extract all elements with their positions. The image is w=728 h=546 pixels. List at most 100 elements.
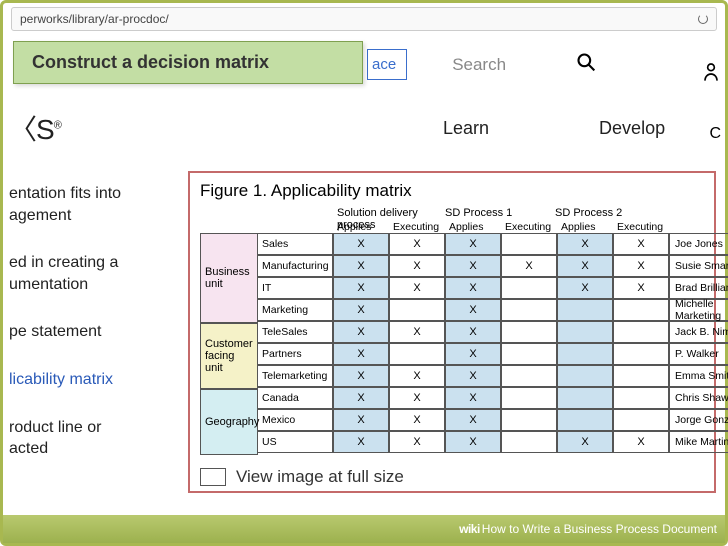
left-block-5: roduct line or acted [9, 417, 184, 460]
proc-hdr-3: SD Process 2 [555, 207, 665, 221]
matrix-cell: X [613, 233, 669, 255]
search-icon[interactable] [576, 52, 596, 77]
matrix-cell [557, 343, 613, 365]
group-customer-facing: Customer facing unit [200, 323, 258, 389]
row-header: Telemarketing [258, 365, 333, 387]
table-row: XXXXX [333, 233, 669, 255]
person-cell: Mike Martin [669, 431, 728, 453]
matrix-cell [613, 387, 669, 409]
matrix-cell [501, 233, 557, 255]
person-cell: P. Walker [669, 343, 728, 365]
row-header: IT [258, 277, 333, 299]
matrix-cell [501, 321, 557, 343]
group-column: Business unit Customer facing unit Geogr… [200, 233, 258, 455]
group-business-unit: Business unit [200, 233, 258, 323]
figure-title: Figure 1. Applicability matrix [200, 181, 704, 201]
nav-develop[interactable]: Develop [599, 118, 665, 139]
matrix-cell: X [445, 255, 501, 277]
matrix-cell: X [333, 321, 389, 343]
figure-container: Figure 1. Applicability matrix Business … [188, 171, 716, 493]
left-link-applicability[interactable]: licability matrix [9, 369, 184, 391]
expand-icon [200, 468, 226, 486]
view-full-label: View image at full size [236, 467, 404, 487]
table-row: XXXXX [333, 277, 669, 299]
marketplace-button[interactable]: ace [367, 49, 407, 80]
matrix-cell: X [613, 277, 669, 299]
left-block-3: pe statement [9, 321, 184, 343]
matrix-cell [613, 365, 669, 387]
row-header: Partners [258, 343, 333, 365]
row-header: Sales [258, 233, 333, 255]
matrix-cell: X [389, 431, 445, 453]
brand-logo: 〈S® [9, 108, 61, 148]
matrix-cell: X [333, 365, 389, 387]
matrix-cell: X [389, 277, 445, 299]
matrix-cell [557, 321, 613, 343]
matrix-cell [613, 409, 669, 431]
person-cell: Emma Smith [669, 365, 728, 387]
table-row: XXXXXX [333, 255, 669, 277]
matrix-cell: X [445, 387, 501, 409]
data-area: Solution delivery process SD Process 1 S… [333, 207, 669, 455]
matrix-cell: X [445, 409, 501, 431]
matrix-cell [557, 299, 613, 321]
matrix-cell: X [389, 409, 445, 431]
table-row: XXX [333, 365, 669, 387]
wiki-logo: wiki [459, 522, 480, 536]
matrix-cell: X [333, 299, 389, 321]
matrix-cell: X [557, 255, 613, 277]
people-column: Joe JonesSusie SmartBrad BrilliantMichel… [669, 233, 728, 455]
view-full-size-link[interactable]: View image at full size [200, 467, 404, 487]
matrix-cell [501, 277, 557, 299]
matrix-cell [501, 365, 557, 387]
matrix-cell [389, 299, 445, 321]
row-header: US [258, 431, 333, 453]
table-row: XXXXX [333, 431, 669, 453]
matrix-cell: X [557, 233, 613, 255]
nav-truncated: C [709, 125, 721, 143]
person-icon[interactable] [703, 61, 719, 88]
matrix-cell: X [557, 431, 613, 453]
matrix-cell: X [445, 343, 501, 365]
table-row: XX [333, 299, 669, 321]
matrix-cell: X [389, 387, 445, 409]
proc-hdr-1: Solution delivery process [333, 207, 445, 221]
row-header: Manufacturing [258, 255, 333, 277]
matrix-cell [501, 299, 557, 321]
matrix-cell: X [613, 255, 669, 277]
matrix-cell: X [333, 277, 389, 299]
nav-row: Learn Develop [443, 118, 665, 139]
callout-text: Construct a decision matrix [32, 52, 269, 72]
person-cell: Jack B. Nimble [669, 321, 728, 343]
registered-mark: ® [54, 120, 61, 132]
matrix-cell [613, 343, 669, 365]
nav-learn[interactable]: Learn [443, 118, 489, 139]
table-row: XX [333, 343, 669, 365]
matrix-cell: X [389, 233, 445, 255]
footer-title: How to Write a Business Process Document [482, 522, 717, 536]
search-placeholder[interactable]: Search [452, 55, 506, 75]
matrix-cell: X [445, 299, 501, 321]
url-text: perworks/library/ar-procdoc/ [20, 12, 169, 26]
matrix-cell [613, 321, 669, 343]
left-block-2: ed in creating a umentation [9, 252, 184, 295]
url-bar[interactable]: perworks/library/ar-procdoc/ [11, 7, 717, 31]
refresh-icon[interactable] [698, 14, 708, 24]
row-header: Canada [258, 387, 333, 409]
matrix-table: Business unit Customer facing unit Geogr… [200, 207, 704, 455]
matrix-cell [389, 343, 445, 365]
matrix-cell: X [613, 431, 669, 453]
step-callout: Construct a decision matrix [13, 41, 363, 84]
matrix-cell: X [333, 431, 389, 453]
matrix-cell: X [389, 365, 445, 387]
person-cell: Chris Shaw [669, 387, 728, 409]
matrix-cell: X [333, 255, 389, 277]
left-block-1: entation fits into agement [9, 183, 184, 226]
row-header: Marketing [258, 299, 333, 321]
proc-hdr-2: SD Process 1 [445, 207, 555, 221]
matrix-cell: X [333, 409, 389, 431]
person-cell: Brad Brilliant [669, 277, 728, 299]
matrix-cell: X [389, 255, 445, 277]
matrix-cell [501, 387, 557, 409]
matrix-cell: X [445, 277, 501, 299]
